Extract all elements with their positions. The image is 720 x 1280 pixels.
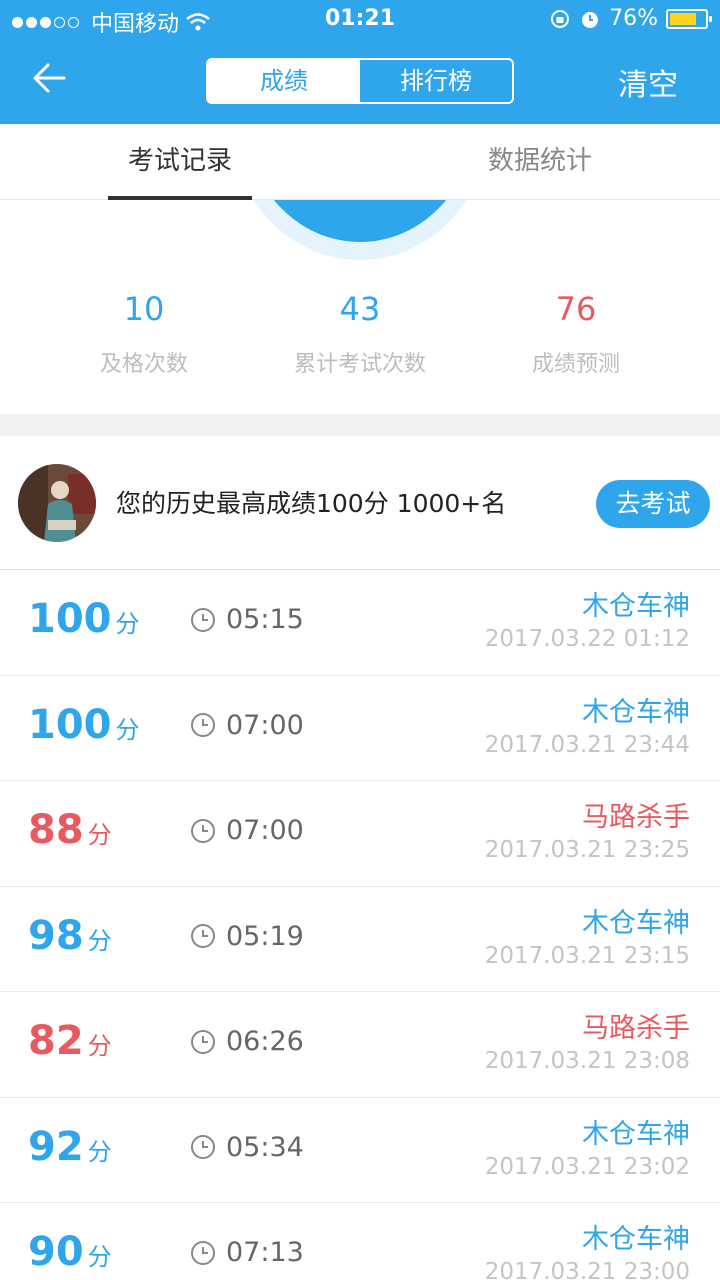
battery-icon [666,8,712,29]
tab-data-statistics[interactable]: 数据统计 [468,124,612,200]
clock-icon [191,713,215,737]
record-score-value: 82 [28,1018,84,1064]
record-title: 木仓车神 [582,907,690,939]
record-duration-text: 05:19 [226,920,304,952]
record-row[interactable]: 100 分 07:00 木仓车神 2017.03.21 23:44 [0,675,720,781]
segment-score[interactable]: 成绩 [208,60,360,102]
record-score-unit: 分 [87,821,112,849]
record-score-value: 100 [28,596,112,642]
record-score: 92 分 [28,1124,112,1170]
record-score-value: 100 [28,701,112,748]
record-date: 2017.03.21 23:25 [484,837,690,863]
record-title: 马路杀手 [582,802,690,833]
status-right: 76% [549,6,712,31]
record-date: 2017.03.21 23:15 [484,942,690,969]
record-title: 木仓车神 [582,591,690,622]
record-title: 马路杀手 [582,1013,690,1044]
rotation-lock-icon [551,9,570,28]
stat-label: 累计考试次数 [293,352,426,377]
record-row[interactable]: 82 分 06:26 马路杀手 2017.03.21 23:08 [0,992,720,1098]
record-row[interactable]: 90 分 07:13 木仓车神 2017.03.21 23:00 [0,1203,720,1280]
alarm-icon [582,11,599,28]
clock-icon [191,818,215,843]
record-title: 木仓车神 [582,1118,690,1150]
record-row[interactable]: 100 分 05:15 木仓车神 2017.03.22 01:12 [0,570,720,676]
record-title: 木仓车神 [582,1224,690,1255]
stats-card: 10 及格次数 43 累计考试次数 76 成绩预测 [0,200,720,414]
record-duration-text: 07:00 [226,709,304,741]
segment-control: 成绩 排行榜 [206,58,514,104]
record-score-unit: 分 [87,926,112,955]
record-score: 98 分 [28,913,112,959]
record-score-unit: 分 [87,1032,112,1060]
record-duration: 07:13 [190,1237,304,1268]
record-row[interactable]: 88 分 07:00 马路杀手 2017.03.21 23:25 [0,781,720,887]
record-duration: 05:19 [190,921,304,952]
stat-label: 及格次数 [99,352,188,377]
status-bar: 中国移动 01:21 76% [0,0,720,40]
stat-score-prediction: 76 成绩预测 [456,290,696,378]
record-duration: 06:26 [190,1026,304,1057]
record-duration-text: 07:13 [226,1237,304,1268]
clock-icon [191,607,215,632]
record-duration-text: 05:34 [226,1131,304,1163]
record-duration-text: 07:00 [226,815,304,846]
record-score: 88 分 [28,807,112,853]
avatar[interactable] [18,464,96,542]
battery-percent: 76% [609,6,658,31]
record-row[interactable]: 92 分 05:34 木仓车神 2017.03.21 23:02 [0,1097,720,1203]
record-date: 2017.03.21 23:00 [484,1259,690,1280]
clock-icon [191,1135,215,1159]
record-score-value: 88 [28,807,84,853]
clear-button[interactable]: 清空 [618,60,678,104]
record-list: 100 分 05:15 木仓车神 2017.03.22 01:12 100 分 07:00 木仓… [0,570,720,1280]
record-score: 100 分 [28,596,140,642]
record-date: 2017.03.21 23:44 [484,731,690,758]
record-title: 木仓车神 [582,696,690,728]
record-row[interactable]: 98 分 05:19 木仓车神 2017.03.21 23:15 [0,886,720,992]
record-score: 90 分 [28,1229,112,1275]
top-bar: 中国移动 01:21 76% 成绩 排行榜 清空 [0,0,720,124]
record-score-unit: 分 [87,1243,112,1271]
best-score-row: 您的历史最高成绩100分 1000+名 去考试 [0,436,720,570]
record-duration-text: 06:26 [226,1026,304,1057]
clock-icon [191,924,215,948]
record-score-unit: 分 [87,1137,112,1166]
best-score-text: 您的历史最高成绩100分 1000+名 [116,489,507,518]
stat-value: 10 [123,290,165,328]
record-duration: 05:15 [190,604,304,635]
record-duration: 07:00 [190,815,304,846]
record-score-unit: 分 [115,610,140,638]
stat-value: 76 [555,290,597,328]
record-date: 2017.03.22 01:12 [484,626,690,652]
stat-pass-count: 10 及格次数 [24,290,264,378]
record-score: 100 分 [28,702,140,748]
record-score: 82 分 [28,1018,112,1064]
record-score-value: 92 [28,1123,84,1170]
record-duration: 07:00 [190,710,304,741]
go-exam-button[interactable]: 去考试 [596,480,710,528]
app-screen: 中国移动 01:21 76% 成绩 排行榜 清空 考试记录 数据统计 10 及格… [0,0,720,1280]
stat-value: 43 [339,290,381,328]
segment-ranking[interactable]: 排行榜 [360,60,512,102]
tab-bar: 考试记录 数据统计 [0,124,720,200]
record-date: 2017.03.21 23:02 [484,1153,690,1180]
stat-label: 成绩预测 [531,352,620,377]
record-duration: 05:34 [190,1132,304,1163]
record-score-unit: 分 [115,715,140,744]
stat-total-exams: 43 累计考试次数 [240,290,480,378]
record-date: 2017.03.21 23:08 [484,1048,690,1074]
clock-icon [191,1029,215,1054]
tab-exam-records[interactable]: 考试记录 [108,124,252,200]
clock-icon [191,1240,215,1265]
record-score-value: 90 [28,1229,84,1275]
back-arrow-icon[interactable] [28,56,72,100]
record-duration-text: 05:15 [226,604,304,635]
record-score-value: 98 [28,912,84,959]
